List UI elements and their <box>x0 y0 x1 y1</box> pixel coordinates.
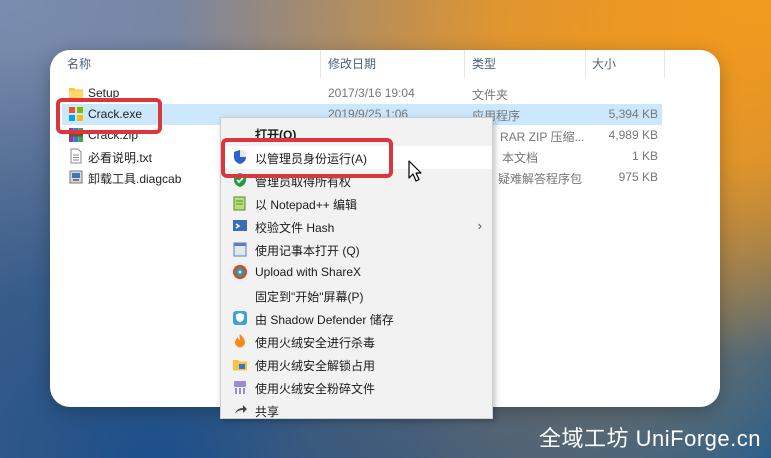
menu-item-label: 共享 <box>255 405 280 419</box>
notepad-icon <box>233 242 247 257</box>
huorong-flame-icon <box>235 334 245 348</box>
highlight-box-run-as-admin <box>221 138 393 178</box>
sort-ascending-icon: ^ <box>187 50 192 55</box>
file-date: 2017/3/16 19:04 <box>328 86 415 100</box>
watermark: 全域工坊 UniForge.cn <box>539 426 761 451</box>
chevron-right-icon: › <box>477 218 482 233</box>
file-size: 1 KB <box>631 149 658 163</box>
column-size[interactable]: 大小 <box>592 55 616 72</box>
file-type: RAR ZIP 压缩... <box>500 130 585 144</box>
column-type[interactable]: 类型 <box>472 55 496 72</box>
column-header-row: ^ 名称 修改日期 类型 大小 <box>50 50 720 78</box>
menu-item-shadow-defender[interactable]: 由 Shadow Defender 储存 <box>221 307 492 330</box>
menu-item-label: 使用火绒安全粉碎文件 <box>255 382 376 396</box>
column-divider[interactable] <box>320 50 321 78</box>
menu-item-label: 以 Notepad++ 编辑 <box>255 198 358 212</box>
menu-item-pin-start[interactable]: 固定到"开始"屏幕(P) <box>221 284 492 307</box>
menu-item-huorong-unlock[interactable]: 使用火绒安全解锁占用 <box>221 353 492 376</box>
menu-item-share[interactable]: 共享 <box>221 399 492 422</box>
menu-item-label: 固定到"开始"屏幕(P) <box>255 290 364 304</box>
file-size: 5,394 KB <box>608 107 658 121</box>
menu-item-label: 校验文件 Hash <box>255 221 335 235</box>
mouse-cursor-icon <box>408 160 422 182</box>
column-name[interactable]: 名称 <box>67 55 91 72</box>
diagcab-icon <box>69 170 83 184</box>
menu-item-sharex[interactable]: Upload with ShareX <box>221 261 492 284</box>
highlight-box-crack-exe <box>56 98 162 134</box>
sharex-icon <box>233 265 247 279</box>
menu-item-label: 使用火绒安全解锁占用 <box>255 359 376 373</box>
menu-item-notepad[interactable]: 使用记事本打开 (Q) <box>221 238 492 261</box>
file-size: 975 KB <box>618 170 658 184</box>
column-divider[interactable] <box>664 50 665 78</box>
huorong-shred-icon <box>234 381 246 394</box>
huorong-unlock-icon <box>233 360 247 371</box>
file-name: 必看说明.txt <box>88 151 153 165</box>
share-icon <box>235 405 247 414</box>
menu-item-label: 由 Shadow Defender 储存 <box>255 313 394 327</box>
column-divider[interactable] <box>585 50 586 78</box>
file-type: 本文档 <box>502 151 539 165</box>
notepadpp-icon <box>233 196 246 211</box>
menu-item-huorong-shred[interactable]: 使用火绒安全粉碎文件 <box>221 376 492 399</box>
hash-icon <box>233 220 247 231</box>
menu-item-huorong-scan[interactable]: 使用火绒安全进行杀毒 <box>221 330 492 353</box>
file-size: 4,989 KB <box>608 128 658 142</box>
txt-icon <box>70 148 82 164</box>
file-type: 文件夹 <box>472 88 509 102</box>
file-name: 卸载工具.diagcab <box>88 172 182 186</box>
shadow-defender-icon <box>233 311 247 325</box>
column-date[interactable]: 修改日期 <box>328 55 376 72</box>
menu-item-notepadpp[interactable]: 以 Notepad++ 编辑 <box>221 192 492 215</box>
column-divider[interactable] <box>464 50 465 78</box>
file-type: 疑难解答程序包 <box>498 172 583 186</box>
menu-item-label: 使用火绒安全进行杀毒 <box>255 336 376 350</box>
menu-item-label: 使用记事本打开 (Q) <box>255 244 360 258</box>
menu-item-hash[interactable]: 校验文件 Hash › <box>221 215 492 238</box>
menu-item-label: Upload with ShareX <box>255 265 362 279</box>
